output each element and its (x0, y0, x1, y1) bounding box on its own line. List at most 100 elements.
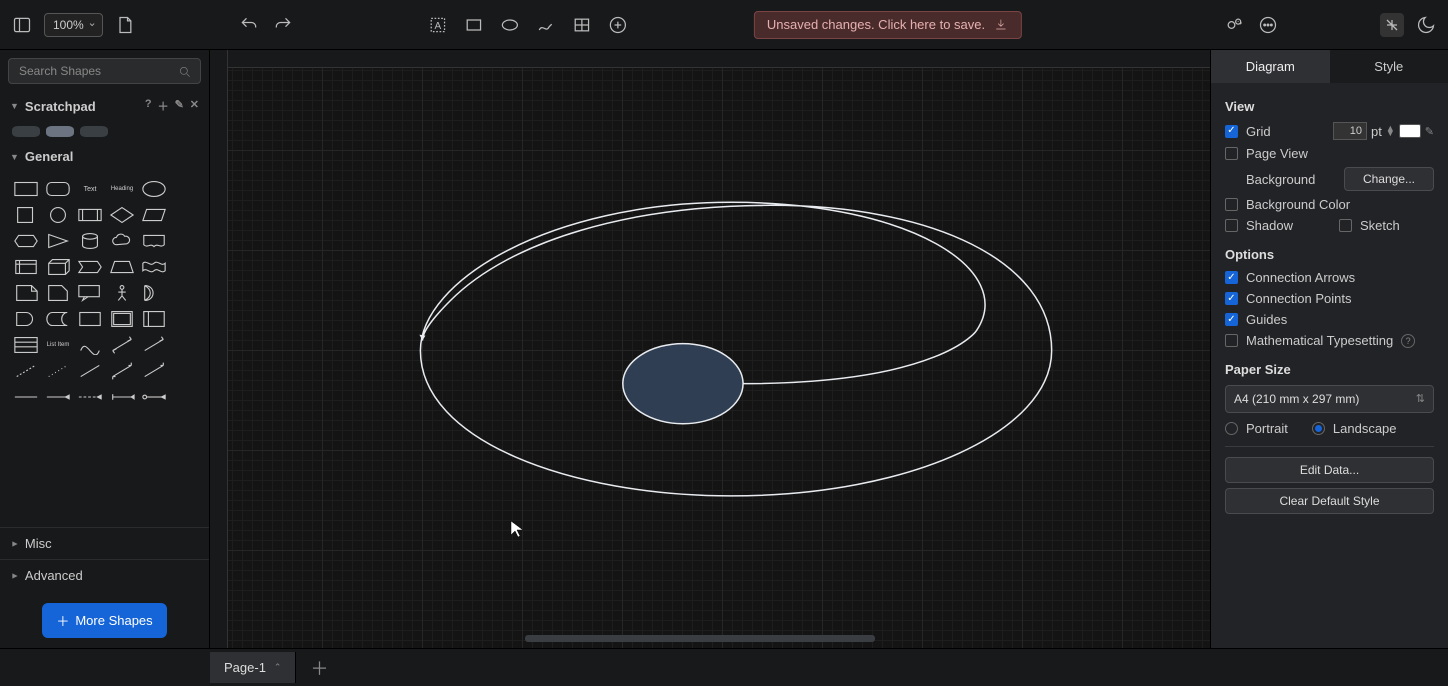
shape-step[interactable] (76, 256, 104, 278)
add-page-button[interactable]: ＋ (296, 655, 342, 681)
add-tool-icon[interactable] (606, 13, 630, 37)
shape-diamond[interactable] (108, 204, 136, 226)
shape-list[interactable] (12, 334, 40, 356)
shape-container[interactable] (76, 308, 104, 330)
freehand-tool-icon[interactable] (534, 13, 558, 37)
shape-link3[interactable] (108, 386, 136, 408)
shape-vertical-container[interactable] (140, 308, 168, 330)
math-help-icon[interactable]: ? (1401, 334, 1415, 348)
edit-data-button[interactable]: Edit Data... (1225, 457, 1434, 483)
tab-style[interactable]: Style (1330, 50, 1448, 83)
change-background-button[interactable]: Change... (1344, 167, 1434, 191)
share-icon[interactable] (1222, 13, 1246, 37)
grid-size-input[interactable] (1333, 122, 1367, 140)
ellipse-tool-icon[interactable] (498, 13, 522, 37)
general-header[interactable]: ▼ General (0, 143, 209, 170)
grid-color-swatch[interactable] (1399, 124, 1421, 138)
shape-rectangle[interactable] (12, 178, 40, 200)
scratchpad-item[interactable] (80, 126, 108, 137)
landscape-radio[interactable] (1312, 422, 1325, 435)
zoom-select[interactable]: 100% (44, 13, 103, 37)
rectangle-tool-icon[interactable] (462, 13, 486, 37)
shape-cloud[interactable] (108, 230, 136, 252)
shape-process[interactable] (76, 204, 104, 226)
more-shapes-button[interactable]: ＋More Shapes (42, 603, 166, 638)
horizontal-scrollbar[interactable] (525, 635, 875, 642)
portrait-radio[interactable] (1225, 422, 1238, 435)
shape-blank8[interactable] (172, 360, 200, 382)
chevron-up-icon[interactable]: ⌃ (274, 662, 282, 673)
page-view-checkbox[interactable] (1225, 147, 1238, 160)
scratchpad-close-icon[interactable]: ✕ (190, 98, 199, 114)
redo-icon[interactable] (271, 13, 295, 37)
shape-trapezoid[interactable] (108, 256, 136, 278)
shape-directional-connector[interactable] (140, 360, 168, 382)
advanced-section[interactable]: ▼Advanced (0, 559, 209, 591)
shape-curve[interactable] (76, 334, 104, 356)
shadow-checkbox[interactable] (1225, 219, 1238, 232)
save-banner[interactable]: Unsaved changes. Click here to save. (754, 11, 1022, 39)
shape-blank2[interactable] (172, 204, 200, 226)
sketch-checkbox[interactable] (1339, 219, 1352, 232)
misc-section[interactable]: ▼Misc (0, 527, 209, 559)
text-tool-icon[interactable]: A (426, 13, 450, 37)
shape-triangle[interactable] (44, 230, 72, 252)
conn-points-checkbox[interactable] (1225, 292, 1238, 305)
shape-callout[interactable] (76, 282, 104, 304)
shape-blank4[interactable] (172, 256, 200, 278)
grid-mode-icon[interactable] (1380, 13, 1404, 37)
shape-cylinder[interactable] (76, 230, 104, 252)
conn-arrows-checkbox[interactable] (1225, 271, 1238, 284)
math-checkbox[interactable] (1225, 334, 1238, 347)
shape-square[interactable] (12, 204, 40, 226)
paper-size-select[interactable]: A4 (210 mm x 297 mm) (1225, 385, 1434, 413)
grid-checkbox[interactable] (1225, 125, 1238, 138)
scratchpad-item[interactable] (12, 126, 40, 137)
bg-color-checkbox[interactable] (1225, 198, 1238, 211)
shape-dotted-line[interactable] (44, 360, 72, 382)
guides-checkbox[interactable] (1225, 313, 1238, 326)
spiral-path[interactable] (420, 202, 1051, 496)
search-input[interactable]: Search Shapes (8, 58, 201, 84)
page-tab[interactable]: Page-1 ⌃ (210, 652, 296, 683)
new-document-icon[interactable] (113, 13, 137, 37)
undo-icon[interactable] (237, 13, 261, 37)
ellipse-shape[interactable] (623, 344, 743, 424)
shape-blank6[interactable] (172, 308, 200, 330)
shape-link4[interactable] (140, 386, 168, 408)
shape-note[interactable] (12, 282, 40, 304)
shape-arrow[interactable] (140, 334, 168, 356)
shape-and[interactable] (12, 308, 40, 330)
shape-blank5[interactable] (172, 282, 200, 304)
shape-parallelogram[interactable] (140, 204, 168, 226)
shape-line[interactable] (76, 360, 104, 382)
shape-bidir-connector[interactable] (108, 360, 136, 382)
shape-tape[interactable] (140, 256, 168, 278)
scratchpad-add-icon[interactable]: ＋ (158, 98, 169, 114)
shape-blank3[interactable] (172, 230, 200, 252)
shape-ellipse[interactable] (140, 178, 168, 200)
scratchpad-edit-icon[interactable]: ✎ (175, 98, 184, 114)
shape-link2[interactable] (76, 386, 104, 408)
shape-document[interactable] (140, 230, 168, 252)
shape-blank[interactable] (172, 178, 200, 200)
shape-blank7[interactable] (172, 334, 200, 356)
shape-container2[interactable] (108, 308, 136, 330)
sidebar-toggle-icon[interactable] (10, 13, 34, 37)
grid-color-edit-icon[interactable]: ✎ (1425, 125, 1434, 138)
shape-heading[interactable]: Heading (108, 178, 136, 200)
scratchpad-item[interactable] (46, 126, 74, 137)
shape-or[interactable] (140, 282, 168, 304)
shape-text[interactable]: Text (76, 178, 104, 200)
scratchpad-header[interactable]: ▼ Scratchpad ? ＋ ✎ ✕ (0, 92, 209, 120)
scratchpad-help-icon[interactable]: ? (145, 98, 152, 114)
shape-list-item[interactable]: List Item (44, 334, 72, 356)
canvas[interactable] (210, 50, 1210, 648)
tab-diagram[interactable]: Diagram (1211, 50, 1330, 83)
shape-simple-line[interactable] (12, 386, 40, 408)
table-tool-icon[interactable] (570, 13, 594, 37)
shape-cube[interactable] (44, 256, 72, 278)
shape-internal-storage[interactable] (12, 256, 40, 278)
shape-data-storage[interactable] (44, 308, 72, 330)
dark-mode-icon[interactable] (1414, 13, 1438, 37)
